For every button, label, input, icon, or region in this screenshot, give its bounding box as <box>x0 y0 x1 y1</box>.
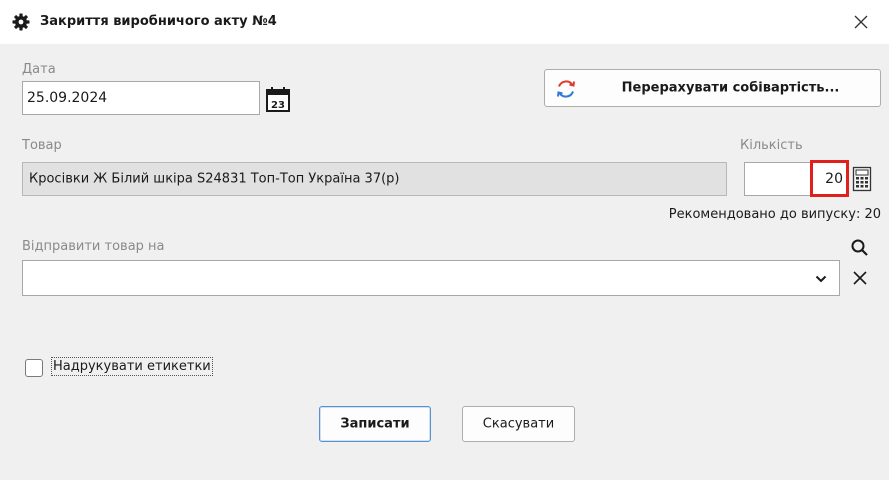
product-label: Товар <box>22 138 62 153</box>
close-icon[interactable] <box>851 12 871 32</box>
send-to-select[interactable] <box>22 260 840 296</box>
title-bar: Закриття виробничого акту №4 <box>0 0 889 44</box>
date-input[interactable]: 25.09.2024 <box>22 81 260 115</box>
recommended-text: Рекомендовано до випуску: 20 <box>668 207 881 222</box>
print-labels-checkbox[interactable] <box>25 359 43 377</box>
quantity-value: 20 <box>825 170 843 187</box>
date-value: 25.09.2024 <box>27 90 108 106</box>
save-button[interactable]: Записати <box>319 406 431 442</box>
send-to-label: Відправити товар на <box>22 239 165 254</box>
product-field: Кросівки Ж Білий шкіра S24831 Топ-Топ Ук… <box>22 162 727 196</box>
recalculate-cost-label: Перерахувати собівартість... <box>621 80 840 96</box>
chevron-down-icon[interactable] <box>815 274 827 284</box>
save-button-label: Записати <box>340 416 410 432</box>
date-label: Дата <box>22 62 56 77</box>
print-labels-label[interactable]: Надрукувати етикетки <box>51 357 213 376</box>
quantity-label: Кількість <box>740 138 803 153</box>
product-value: Кросівки Ж Білий шкіра S24831 Топ-Топ Ук… <box>29 171 400 187</box>
quantity-highlight: 20 <box>810 160 849 197</box>
calculator-icon[interactable] <box>852 166 872 192</box>
clear-icon[interactable] <box>850 268 870 288</box>
cancel-button-label: Скасувати <box>482 416 555 432</box>
calendar-icon[interactable]: 23 <box>265 85 291 113</box>
refresh-icon <box>557 80 575 98</box>
cancel-button[interactable]: Скасувати <box>462 406 575 442</box>
recalculate-cost-button[interactable]: Перерахувати собівартість... <box>544 69 881 107</box>
search-icon[interactable] <box>850 238 870 258</box>
gear-icon[interactable] <box>11 12 31 32</box>
calendar-day: 23 <box>271 100 285 111</box>
window-title: Закриття виробничого акту №4 <box>40 14 277 29</box>
